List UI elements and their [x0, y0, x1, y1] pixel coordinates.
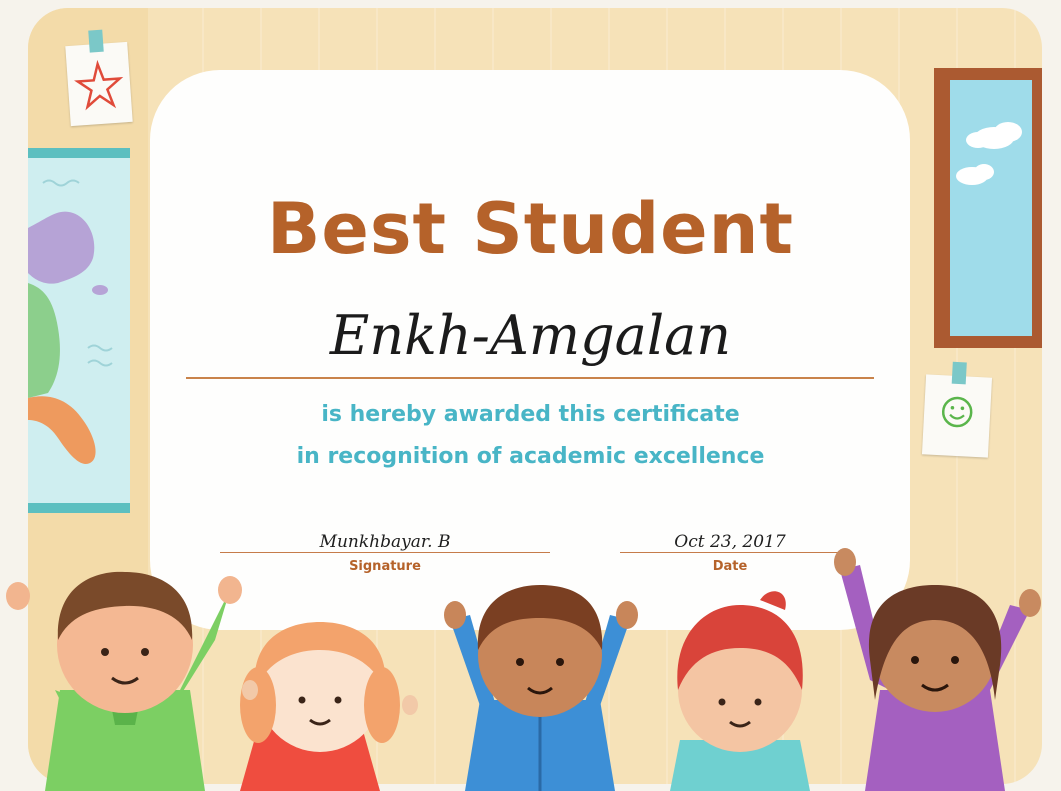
- certificate-sheet: Best Student Enkh-Amgalan is hereby awar…: [0, 0, 1061, 791]
- kid-red: [240, 622, 418, 791]
- kid-purple: [834, 548, 1041, 791]
- kid-illustration: [6, 548, 1041, 791]
- kid-teal: [670, 591, 810, 791]
- kid-blue: [444, 585, 638, 791]
- kid-green: [6, 571, 242, 791]
